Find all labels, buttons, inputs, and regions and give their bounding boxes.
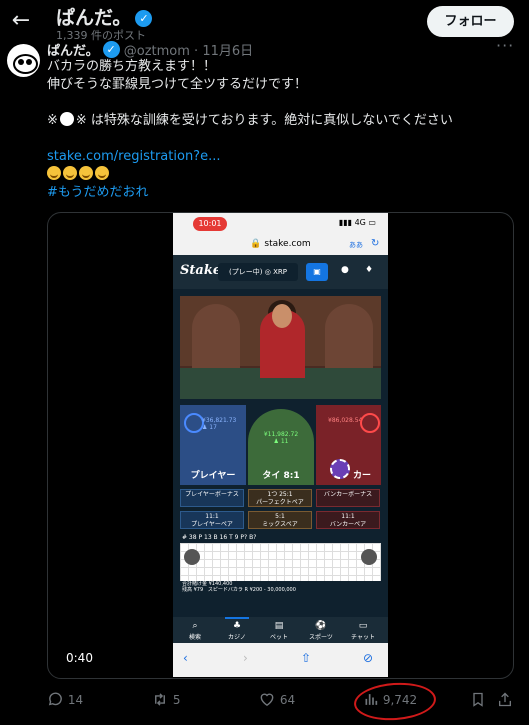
tab-casino: ♣ カジノ	[217, 617, 257, 641]
road-left-icon	[184, 549, 200, 565]
post-actions: 14 5 64 9,742	[0, 688, 529, 712]
video-duration: 0:40	[66, 651, 93, 665]
grinning-face-icon	[63, 166, 77, 180]
tie-zone: ¥11,982.72 ♟ 11 タイ 8:1	[248, 409, 314, 485]
profile-header: ← ぱんだ。 ✓ 1,339 件のポスト フォロー	[0, 0, 529, 44]
banker-zone: ¥86,028.54 カー	[316, 405, 381, 485]
repost-button[interactable]: 5	[151, 688, 180, 712]
bottom-spacer	[173, 595, 388, 617]
reply-count: 14	[67, 693, 84, 707]
profile-name: ぱんだ。	[56, 7, 132, 29]
follow-button[interactable]: フォロー	[427, 6, 514, 37]
road-map: # 38 P 13 B 16 T 9 P? B? 合計賭け金 ¥140,400 残…	[180, 533, 383, 593]
author-name[interactable]: ぱんだ。	[47, 44, 99, 59]
reply-button[interactable]: 14	[47, 688, 83, 712]
share-icon	[499, 692, 511, 707]
back-icon: ‹	[183, 651, 188, 665]
player-pct-icon	[184, 413, 204, 433]
tab-sports: ⚽ スポーツ	[301, 620, 341, 641]
road-stats: # 38 P 13 B 16 T 9 P? B?	[180, 533, 381, 543]
more-options-icon[interactable]: ···	[496, 36, 514, 55]
ios-status-bar: 10:01 ▮▮▮ 4G ▭	[173, 213, 388, 235]
post-text-line: 伸びそうな罫線見つけて全ツするだけです！	[47, 77, 308, 92]
verified-badge-icon: ✓	[135, 10, 153, 27]
banker-label: カー	[352, 471, 371, 481]
page-title: ぱんだ。 ✓	[56, 3, 153, 30]
safari-url-bar: 🔒 stake.com ああ ↻	[173, 235, 388, 255]
heart-icon	[260, 693, 274, 707]
reload-icon: ↻	[371, 238, 380, 249]
safari-toolbar: ‹ › ⇧ ⊘	[173, 643, 388, 677]
road-grid	[180, 543, 381, 583]
side-bet: バンカーボーナス	[316, 489, 380, 507]
notification-icon: ♦	[365, 265, 374, 275]
hand-drawn-circle-annotation	[352, 680, 438, 723]
grinning-face-icon	[79, 166, 93, 180]
balance-display: (プレー中) ◎ XRP	[218, 263, 298, 281]
player-label: プレイヤー	[190, 471, 236, 481]
verified-badge-icon: ✓	[102, 41, 120, 58]
sports-icon: ⚽	[315, 621, 327, 631]
post-text-line: ※ ※ は特殊な訓練を受けております。絶対に真似しないでください	[47, 112, 453, 128]
emoji-row	[47, 166, 507, 184]
grinning-face-icon	[47, 166, 61, 180]
panda-eye-icon	[26, 59, 32, 65]
back-arrow-icon[interactable]: ←	[8, 8, 34, 34]
share-icon: ⇧	[301, 651, 312, 665]
tab-search: ⌕ 検索	[175, 620, 215, 641]
bet-zones: ¥36,821.73 ♟ 17 プレイヤー ¥11,982.72 ♟ 11 タイ 8…	[180, 405, 381, 485]
like-count: 64	[279, 693, 296, 707]
reader-aa-icon: ああ	[349, 241, 363, 249]
repost-count: 5	[172, 693, 181, 707]
status-time: 10:01	[193, 217, 227, 231]
side-bet: 5:1 ミックスペア	[248, 511, 312, 529]
panda-emoji-icon	[59, 112, 74, 126]
avatar[interactable]	[7, 44, 40, 77]
like-button[interactable]: 64	[258, 688, 295, 712]
player-amount: ¥36,821.73 ♟ 17	[202, 417, 237, 431]
author-handle[interactable]: @oztmom · 11月6日	[124, 44, 253, 59]
forward-icon: ›	[243, 651, 248, 665]
hashtag-link[interactable]: #もうだめだおれ	[47, 184, 507, 202]
side-bet: 11:1 プレイヤーペア	[180, 511, 244, 529]
banker-amount: ¥86,028.54	[328, 417, 363, 424]
user-icon: ●	[341, 265, 349, 275]
road-info: 合計賭け金 ¥140,400 残高 ¥79 スピードバカラ R ¥200 - 30…	[180, 581, 383, 593]
banker-pct-icon	[360, 413, 380, 433]
post-link[interactable]: stake.com/registration?e...	[47, 148, 507, 166]
stake-logo: Stake	[180, 263, 222, 278]
post-text-warning: ※ は特殊な訓練を受けております。絶対に真似しないでください	[75, 113, 453, 128]
tie-amount: ¥11,982.72 ♟ 11	[263, 431, 299, 445]
road-menu-icon	[361, 549, 377, 565]
bookmark-button[interactable]	[470, 688, 486, 712]
compass-icon: ⊘	[363, 651, 374, 665]
side-bet: プレイヤーボーナス	[180, 489, 244, 507]
grinning-face-icon	[95, 166, 109, 180]
tab-chat: ▭ チャット	[343, 620, 383, 641]
dealer-video	[180, 296, 381, 399]
tie-label: タイ 8:1	[262, 471, 300, 481]
side-bet: 1つ 25:1 パーフェクトペア	[248, 489, 312, 507]
post-text-line: バカラの勝ち方教えます！！	[47, 59, 217, 74]
bookmark-icon	[473, 692, 483, 707]
search-icon: ⌕	[192, 621, 198, 631]
wallet-icon: ▣	[306, 263, 328, 281]
share-button[interactable]	[497, 688, 513, 712]
chat-icon: ▭	[358, 621, 368, 631]
player-zone: ¥36,821.73 ♟ 17 プレイヤー	[180, 405, 246, 485]
video-frame: 10:01 ▮▮▮ 4G ▭ 🔒 stake.com ああ ↻ Stake (プ…	[173, 213, 388, 677]
casino-icon: ♣	[232, 621, 242, 631]
baccarat-game: ¥36,821.73 ♟ 17 プレイヤー ¥11,982.72 ♟ 11 タイ 8…	[173, 289, 388, 595]
side-bet: 11:1 バンカーペア	[316, 511, 380, 529]
repost-icon	[155, 693, 165, 706]
stake-header: Stake (プレー中) ◎ XRP ▣ ● ♦	[173, 255, 388, 289]
tab-bet: ▤ ベット	[259, 620, 299, 641]
post-author[interactable]: ぱんだ。 ✓ @oztmom · 11月6日	[47, 40, 253, 59]
panda-face-icon	[13, 54, 38, 74]
reply-icon	[48, 692, 62, 706]
stake-tab-bar: ⌕ 検索 ♣ カジノ ▤ ベット ⚽ スポーツ ▭ チャット	[173, 617, 388, 643]
panda-eye-icon	[18, 59, 24, 65]
betslip-icon: ▤	[274, 621, 284, 631]
status-signal: ▮▮▮ 4G ▭	[338, 218, 376, 227]
